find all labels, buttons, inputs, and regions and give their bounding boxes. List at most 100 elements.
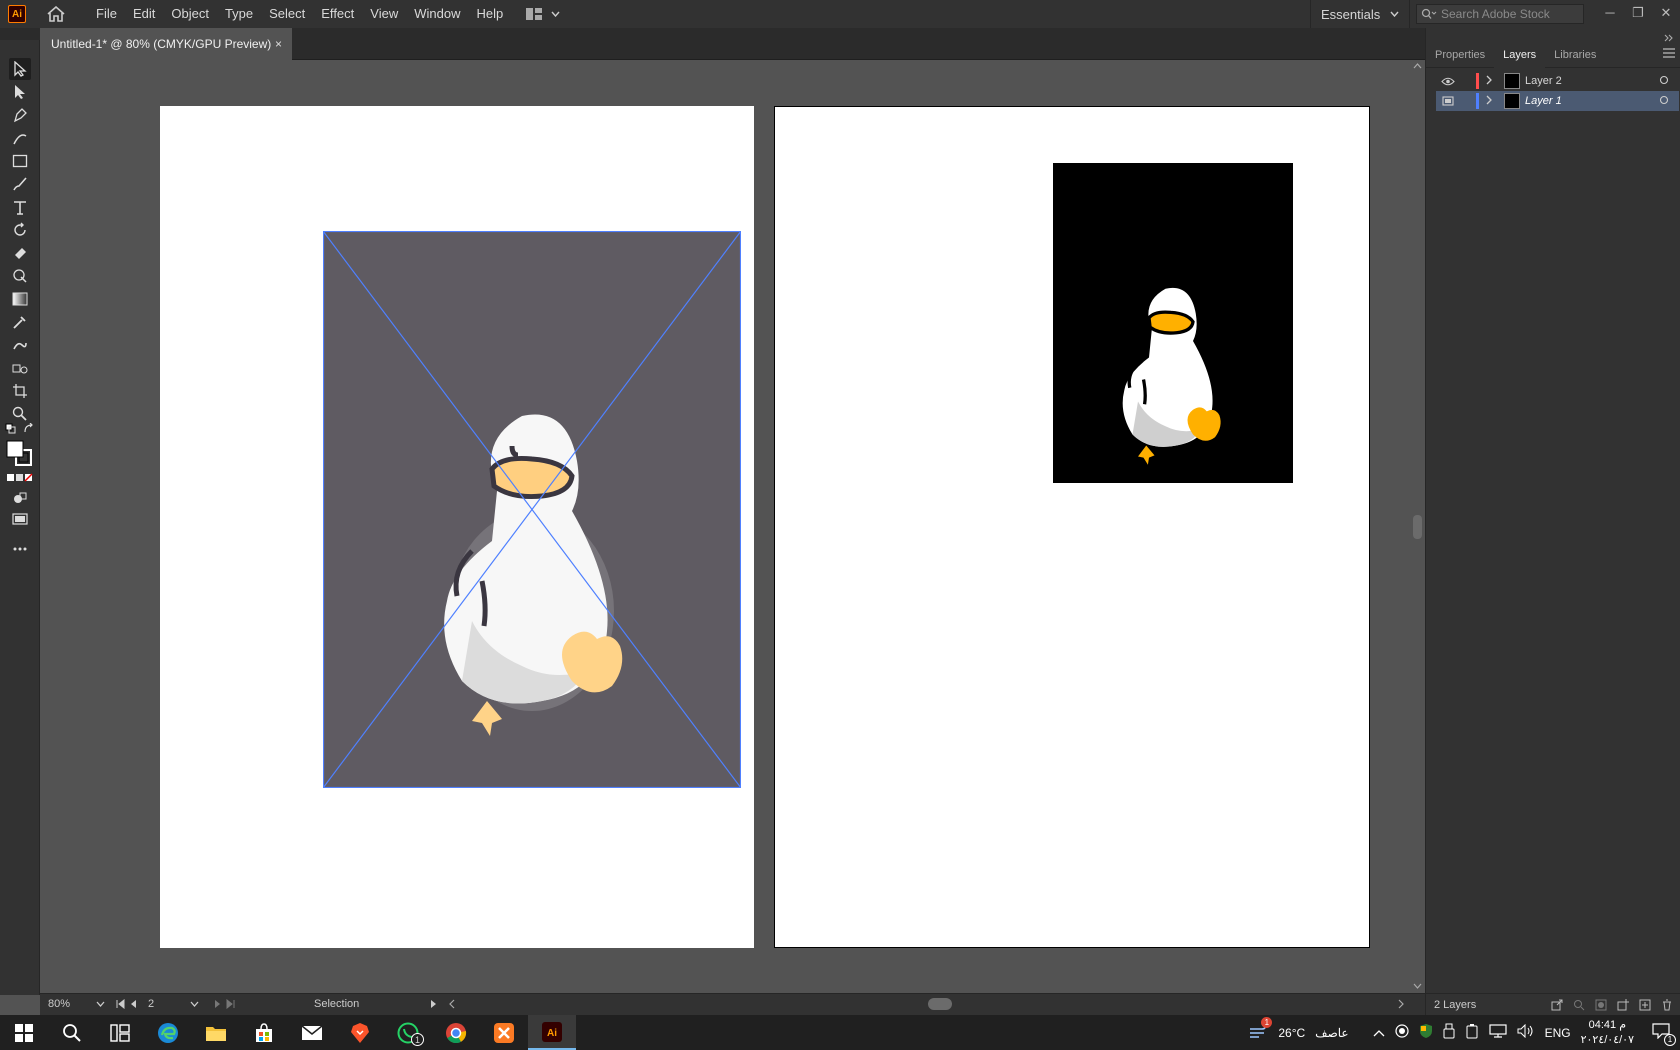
next-artboard-icon[interactable]	[212, 998, 236, 1012]
artboard-tool-icon[interactable]	[9, 380, 31, 402]
close-window-button[interactable]: ✕	[1652, 0, 1680, 28]
placed-duck-image-selected[interactable]	[322, 230, 742, 789]
menu-window[interactable]: Window	[406, 0, 468, 28]
brave-browser-icon[interactable]	[336, 1015, 384, 1050]
restore-button[interactable]: ❐	[1624, 0, 1652, 28]
color-mode-icon[interactable]	[6, 472, 34, 484]
menu-help[interactable]: Help	[468, 0, 511, 28]
target-circle-icon[interactable]	[1659, 95, 1669, 108]
hscroll-right-icon[interactable]	[1397, 999, 1405, 1012]
network-icon[interactable]	[1488, 1024, 1507, 1041]
mail-icon[interactable]	[288, 1015, 336, 1050]
screen-mode-icon[interactable]	[9, 509, 31, 531]
vertical-scrollbar[interactable]	[1410, 60, 1425, 993]
selection-tool-icon[interactable]	[9, 58, 31, 80]
visibility-eye-icon[interactable]	[1436, 77, 1460, 86]
status-menu-arrow-icon[interactable]	[430, 999, 438, 1012]
menu-edit[interactable]: Edit	[125, 0, 163, 28]
expand-chevron-icon[interactable]	[1485, 95, 1499, 108]
layer-name[interactable]: Layer 2	[1525, 75, 1562, 87]
rectangle-tool-icon[interactable]	[9, 150, 31, 172]
menu-object[interactable]: Object	[163, 0, 217, 28]
first-artboard-icon[interactable]	[116, 998, 140, 1012]
layer-row-layer-2[interactable]: Layer 2	[1436, 71, 1679, 91]
close-tab-button[interactable]: ×	[275, 37, 282, 51]
expand-chevron-icon[interactable]	[1485, 75, 1499, 88]
fill-stroke-swatch[interactable]	[6, 440, 34, 468]
symbol-sprayer-tool-icon[interactable]	[9, 357, 31, 379]
zoom-tool-icon[interactable]	[9, 403, 31, 425]
shape-builder-tool-icon[interactable]	[9, 265, 31, 287]
artboard-dropdown-icon[interactable]	[190, 995, 199, 1014]
template-layer-icon[interactable]	[1436, 96, 1460, 106]
usb-icon[interactable]	[1443, 1023, 1455, 1042]
file-explorer-icon[interactable]	[192, 1015, 240, 1050]
home-icon[interactable]	[46, 4, 66, 24]
export-icon[interactable]	[1551, 999, 1563, 1011]
edit-toolbar-icon[interactable]	[9, 538, 31, 560]
curvature-tool-icon[interactable]	[9, 127, 31, 149]
stock-search-input[interactable]: Search Adobe Stock	[1416, 4, 1584, 24]
chrome-icon[interactable]	[432, 1015, 480, 1050]
search-taskbar-icon[interactable]	[48, 1015, 96, 1050]
new-sublayer-icon[interactable]	[1617, 998, 1629, 1011]
start-button[interactable]	[0, 1015, 48, 1050]
layer-row-layer-1[interactable]: Layer 1	[1436, 91, 1679, 111]
workspace-switcher[interactable]: Essentials	[1310, 0, 1411, 28]
menu-type[interactable]: Type	[217, 0, 261, 28]
rotate-tool-icon[interactable]	[9, 219, 31, 241]
tab-properties[interactable]: Properties	[1426, 42, 1494, 68]
target-circle-icon[interactable]	[1659, 75, 1669, 88]
locate-object-icon[interactable]	[1573, 999, 1585, 1011]
draw-mode-icon[interactable]	[9, 487, 31, 509]
paintbrush-tool-icon[interactable]	[9, 173, 31, 195]
artboard-number[interactable]: 2	[148, 998, 154, 1010]
delete-layer-icon[interactable]	[1661, 999, 1673, 1011]
zoom-dropdown-icon[interactable]	[96, 995, 105, 1014]
edge-browser-icon[interactable]	[144, 1015, 192, 1050]
type-tool-icon[interactable]	[9, 196, 31, 218]
blend-tool-icon[interactable]	[9, 334, 31, 356]
default-colors-icon[interactable]	[4, 423, 18, 435]
microsoft-store-icon[interactable]	[240, 1015, 288, 1050]
panel-menu-icon[interactable]	[1654, 42, 1680, 68]
security-shield-icon[interactable]	[1419, 1023, 1433, 1042]
hscroll-left-icon[interactable]	[448, 999, 456, 1012]
weather-icon[interactable]: 1	[1248, 1017, 1273, 1042]
whatsapp-icon[interactable]: 1	[384, 1015, 432, 1050]
arrange-documents-button[interactable]	[525, 7, 560, 21]
zoom-level[interactable]: 80%	[48, 998, 70, 1010]
new-layer-icon[interactable]	[1639, 999, 1651, 1011]
swap-colors-icon[interactable]	[22, 423, 36, 435]
horizontal-scroll-thumb[interactable]	[928, 998, 952, 1010]
volume-icon[interactable]	[1517, 1023, 1535, 1041]
tab-layers[interactable]: Layers	[1494, 41, 1546, 68]
menu-select[interactable]: Select	[261, 0, 313, 28]
canvas-area[interactable]	[40, 60, 1410, 993]
notifications-icon[interactable]: 1	[1652, 1023, 1676, 1046]
input-language[interactable]: ENG	[1545, 1026, 1571, 1040]
layer-name[interactable]: Layer 1	[1525, 95, 1562, 107]
xampp-icon[interactable]	[480, 1015, 528, 1050]
record-icon[interactable]	[1394, 1024, 1409, 1041]
show-hidden-icons-icon[interactable]	[1373, 1026, 1385, 1040]
gradient-tool-icon[interactable]	[9, 288, 31, 310]
clock[interactable]: 04:41 م ٢٠٢٤/٠٤/٠٧	[1581, 1018, 1634, 1048]
menu-effect[interactable]: Effect	[313, 0, 362, 28]
make-clipping-mask-icon[interactable]	[1595, 999, 1607, 1011]
menu-view[interactable]: View	[362, 0, 406, 28]
temperature[interactable]: 26°C	[1278, 1026, 1305, 1040]
eraser-tool-icon[interactable]	[9, 242, 31, 264]
document-tab[interactable]: Untitled-1* @ 80% (CMYK/GPU Preview) ×	[40, 28, 292, 60]
battery-plug-icon[interactable]	[1465, 1023, 1479, 1042]
tab-libraries[interactable]: Libraries	[1545, 42, 1605, 68]
illustrator-taskbar-icon[interactable]: Ai	[528, 1015, 576, 1050]
placed-duck-image[interactable]	[1053, 163, 1293, 483]
eyedropper-tool-icon[interactable]	[9, 311, 31, 333]
minimize-button[interactable]: ─	[1596, 0, 1624, 28]
direct-selection-tool-icon[interactable]	[9, 81, 31, 103]
menu-file[interactable]: File	[88, 0, 125, 28]
pen-tool-icon[interactable]	[9, 104, 31, 126]
weather-description[interactable]: عاصف	[1315, 1026, 1348, 1040]
task-view-icon[interactable]	[96, 1015, 144, 1050]
